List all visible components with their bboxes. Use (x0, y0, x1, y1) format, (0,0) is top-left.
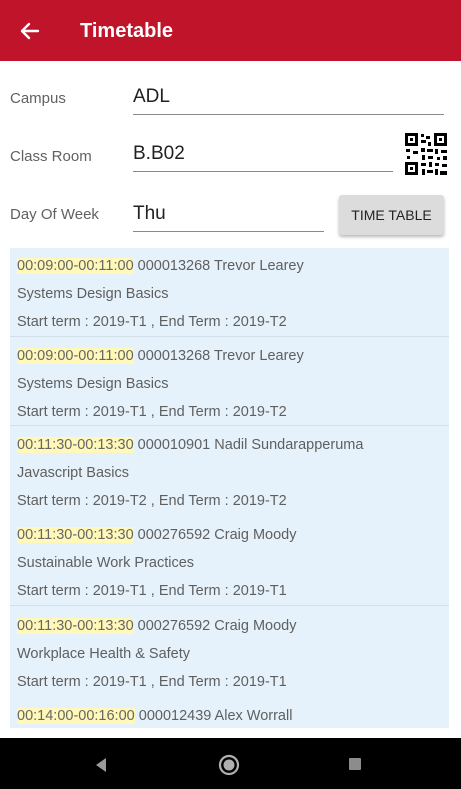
term-info: Start term : 2019-T2 , End Term : 2019-T… (17, 493, 287, 509)
term-info: Start term : 2019-T1 , End Term : 2019-T… (17, 314, 287, 330)
square-recent-icon[interactable] (349, 758, 361, 770)
time-table-button[interactable]: TIME TABLE (339, 195, 444, 235)
time-range: 00:11:30-00:13:30 (17, 437, 134, 453)
list-item[interactable]: 00:14:00-00:16:00 000012439 Alex Worrall (10, 696, 449, 728)
arrow-back-icon (20, 22, 40, 40)
term-info: Start term : 2019-T1 , End Term : 2019-T… (17, 583, 287, 599)
course-name: Sustainable Work Practices (17, 555, 195, 571)
campus-field[interactable]: ADL (133, 83, 444, 115)
campus-label: Campus (10, 90, 66, 107)
circle-home-icon[interactable] (218, 754, 240, 776)
list-item[interactable]: 00:09:00-00:11:00 000013268 Trevor Leare… (10, 248, 449, 337)
qr-code-icon (405, 133, 447, 175)
time-range: 00:09:00-00:11:00 (17, 348, 134, 364)
qr-scan-button[interactable] (404, 132, 448, 176)
term-info: Start term : 2019-T1 , End Term : 2019-T… (17, 674, 287, 690)
time-range: 00:11:30-00:13:30 (17, 618, 134, 634)
triangle-back-icon[interactable] (94, 757, 108, 773)
course-name: Systems Design Basics (17, 286, 169, 302)
app-bar: Timetable (0, 0, 461, 61)
staff-info: 000013268 Trevor Learey (137, 348, 304, 364)
staff-info: 000012439 Alex Worrall (138, 708, 293, 724)
list-item[interactable]: 00:11:30-00:13:30 000276592 Craig Moody … (10, 606, 449, 696)
timetable-list[interactable]: 00:09:00-00:11:00 000013268 Trevor Leare… (10, 248, 449, 728)
staff-info: 000013268 Trevor Learey (137, 258, 304, 274)
class-room-field[interactable]: B.B02 (133, 140, 393, 172)
course-name: Workplace Health & Safety (17, 646, 191, 662)
time-range: 00:11:30-00:13:30 (17, 527, 134, 543)
list-item[interactable]: 00:11:30-00:13:30 000010901 Nadil Sundar… (10, 426, 449, 516)
course-name: Javascript Basics (17, 465, 130, 481)
staff-info: 000276592 Craig Moody (137, 527, 297, 543)
time-range: 00:14:00-00:16:00 (17, 708, 135, 724)
time-range: 00:09:00-00:11:00 (17, 258, 134, 274)
class-room-label: Class Room (10, 148, 92, 165)
course-name: Systems Design Basics (17, 376, 169, 392)
term-info: Start term : 2019-T1 , End Term : 2019-T… (17, 404, 287, 420)
day-of-week-label: Day Of Week (10, 206, 99, 223)
staff-info: 000010901 Nadil Sundarapperuma (137, 437, 364, 453)
staff-info: 000276592 Craig Moody (137, 618, 297, 634)
page-title: Timetable (80, 20, 173, 42)
list-item[interactable]: 00:11:30-00:13:30 000276592 Craig Moody … (10, 516, 449, 606)
list-item[interactable]: 00:09:00-00:11:00 000013268 Trevor Leare… (10, 337, 449, 426)
day-of-week-field[interactable]: Thu (133, 200, 324, 232)
back-button[interactable] (14, 16, 44, 46)
